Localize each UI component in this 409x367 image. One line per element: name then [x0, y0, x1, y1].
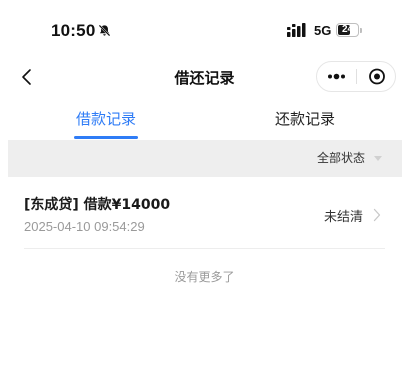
bell-off-icon: [98, 24, 111, 37]
record-time: 2025-04-10 09:54:29: [24, 219, 145, 234]
more-icon[interactable]: [317, 62, 356, 91]
nav-bar: 借还记录: [0, 58, 409, 96]
list-item[interactable]: [东成贷] 借款¥14000 2025-04-10 09:54:29 未结清: [24, 186, 385, 248]
battery-level-text: 24: [341, 24, 354, 35]
status-filter-label: 全部状态: [316, 151, 365, 165]
active-tab-indicator: [74, 136, 138, 139]
tab-borrow-records[interactable]: 借款记录: [70, 108, 142, 129]
signal-icon: [287, 23, 306, 37]
caret-down-icon: [374, 156, 382, 161]
row-divider: [24, 248, 385, 249]
status-time: 10:50: [51, 21, 96, 40]
status-filter-dropdown[interactable]: 全部状态: [317, 140, 382, 177]
record-status: 未结清: [323, 210, 363, 225]
chevron-right-icon: [373, 208, 381, 222]
status-bar: 10:50 5G 24: [0, 0, 409, 56]
battery-icon: 24: [336, 23, 366, 37]
close-circle-icon[interactable]: [357, 62, 396, 91]
tab-repay-records[interactable]: 还款记录: [266, 108, 344, 129]
network-label: 5G: [314, 23, 332, 38]
mini-program-capsule: [316, 61, 396, 92]
record-tabs: 借款记录 还款记录: [0, 100, 409, 140]
no-more-text: 没有更多了: [174, 270, 235, 284]
filter-bar: 全部状态: [8, 140, 402, 177]
record-title: [东成贷] 借款¥14000: [24, 197, 171, 213]
